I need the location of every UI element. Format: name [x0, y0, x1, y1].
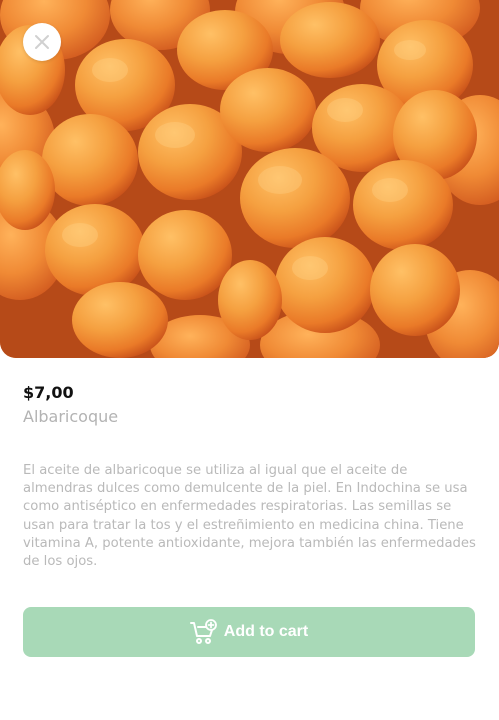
- add-to-cart-label: Add to cart: [223, 623, 309, 640]
- product-name: Albaricoque: [23, 407, 119, 426]
- close-button[interactable]: [23, 23, 61, 61]
- product-image: [0, 0, 499, 358]
- product-description: El aceite de albaricoque se utiliza al i…: [23, 463, 476, 570]
- cart-plus-icon: [189, 619, 218, 645]
- add-to-cart-button[interactable]: Add to cart: [23, 607, 475, 657]
- product-price: $7,00: [23, 383, 74, 402]
- close-icon: [33, 33, 51, 51]
